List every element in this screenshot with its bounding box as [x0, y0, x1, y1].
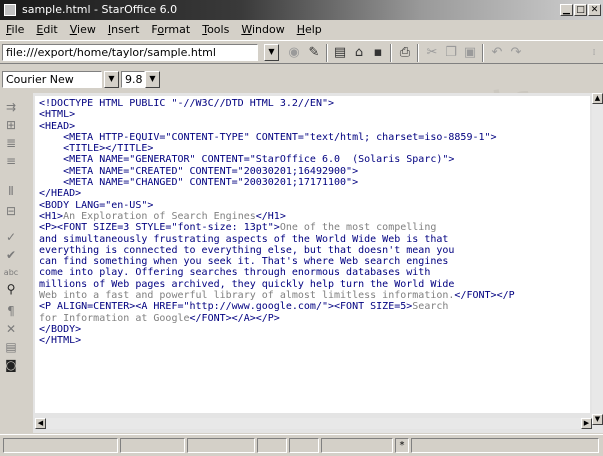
source-line: </HEAD> [39, 188, 82, 200]
url-input[interactable] [2, 44, 258, 61]
insert-icon[interactable]: ⇉ [3, 99, 19, 115]
tools-icon[interactable]: ✕ [3, 321, 19, 337]
redo-icon[interactable]: ↷ [507, 44, 525, 62]
autospellcheck-icon[interactable]: ✔ [3, 247, 19, 263]
cut-icon[interactable]: ✂ [423, 44, 441, 62]
autotext-icon[interactable]: ⊟ [3, 203, 19, 219]
font-name-dropdown-button[interactable]: ▼ [104, 71, 119, 88]
source-line: can find something when you seek it. Tha… [39, 256, 449, 268]
scroll-up-icon[interactable]: ▲ [592, 93, 603, 104]
source-line: come into play. Offering searches throug… [39, 267, 431, 279]
source-line: everything is connected to everything el… [39, 244, 455, 256]
insert-fields-icon[interactable]: ⊞ [3, 117, 19, 133]
toolbar-more-icon[interactable]: ⁞ [585, 44, 603, 62]
close-icon[interactable]: ✕ [588, 4, 601, 16]
status-field-zoom [187, 438, 255, 453]
open-folder-icon[interactable]: ⌂ [350, 44, 368, 62]
toolbar-separator [326, 44, 328, 62]
status-field-selection [289, 438, 319, 453]
horizontal-scrollbar[interactable]: ◀ ▶ [35, 418, 592, 429]
copy-icon[interactable]: ❐ [442, 44, 460, 62]
source-line: Web into a fast and powerful library of … [39, 290, 515, 302]
toolbar-separator [390, 44, 392, 62]
object-bar: Courier New ▼ 9.8 ▼ Drop Books [0, 65, 603, 93]
toolbar-separator [482, 44, 484, 62]
source-line: <HTML> [39, 109, 76, 121]
source-line: millions of Web pages archived, they qui… [39, 278, 455, 290]
print-icon[interactable]: ⎙ [396, 44, 414, 62]
minimize-icon[interactable]: ▁ [560, 4, 573, 16]
source-line: and simultaneously frustrating aspects o… [39, 233, 449, 245]
menu-insert[interactable]: Insert [102, 23, 146, 36]
maximize-icon[interactable]: □ [574, 4, 587, 16]
menu-tools[interactable]: Tools [196, 23, 235, 36]
gallery-icon[interactable]: ◙ [3, 357, 19, 373]
source-line: <TITLE></TITLE> [39, 143, 154, 155]
function-bar: ▼ ◉ ✎ ▤ ⌂ ▪ ⎙ ✂ ❐ ▣ ↶ ↷ ⁞ [0, 40, 603, 64]
source-line: for Information at Google</FONT></A></P> [39, 312, 280, 324]
main-toolbar: ⇉ ⊞ ≣ ≡ Ⅱ ⊟ ✓ ✔ abc ⚲ ¶ ✕ ▤ ◙ [0, 93, 20, 433]
window-controls: ▁ □ ✕ [560, 4, 601, 16]
undo-icon[interactable]: ↶ [488, 44, 506, 62]
source-line: <HEAD> [39, 120, 76, 132]
status-field-hyperlink [321, 438, 393, 453]
source-line: </BODY> [39, 323, 82, 335]
edit-file-icon[interactable]: ✎ [305, 44, 323, 62]
toolbar-separator [417, 44, 419, 62]
menu-help[interactable]: Help [291, 23, 328, 36]
find-replace-icon[interactable]: ⚲ [3, 281, 19, 297]
source-line: <H1>An Exploration of Search Engines</H1… [39, 210, 286, 222]
scroll-left-icon[interactable]: ◀ [35, 418, 46, 429]
source-line: <META NAME="CREATED" CONTENT="20030201;1… [39, 165, 359, 177]
window-menu-icon[interactable] [4, 4, 16, 16]
menu-file[interactable]: File [0, 23, 30, 36]
source-line: <META NAME="GENERATOR" CONTENT="StarOffi… [39, 154, 455, 166]
title-bar: sample.html - StarOffice 6.0 ▁ □ ✕ [0, 0, 603, 20]
source-line: <META HTTP-EQUIV="CONTENT-TYPE" CONTENT=… [39, 131, 497, 143]
save-icon[interactable]: ▪ [369, 44, 387, 62]
source-line: <!DOCTYPE HTML PUBLIC "-//W3C//DTD HTML … [39, 98, 335, 109]
source-line: <P ALIGN=CENTER><A HREF="http://www.goog… [39, 301, 449, 313]
stop-load-icon[interactable]: ◉ [285, 44, 303, 62]
html-source-icon[interactable]: ▤ [3, 339, 19, 355]
source-line: <P><FONT SIZE=3 STYLE="font-size: 13pt">… [39, 222, 437, 234]
status-field-info [411, 438, 599, 453]
vertical-scrollbar[interactable]: ▲ ▼ [592, 93, 603, 425]
spellcheck-icon[interactable]: ✓ [3, 229, 19, 245]
menu-view[interactable]: View [64, 23, 102, 36]
scroll-down-icon[interactable]: ▼ [592, 414, 603, 425]
font-size-dropdown-button[interactable]: ▼ [145, 71, 160, 88]
scroll-right-icon[interactable]: ▶ [581, 418, 592, 429]
paragraph-icon[interactable]: ¶ [3, 303, 19, 319]
source-line: <BODY LANG="en-US"> [39, 199, 154, 211]
status-field-insert [257, 438, 287, 453]
menu-format[interactable]: Format [145, 23, 196, 36]
text-icon[interactable]: Ⅱ [3, 183, 19, 199]
abc-icon[interactable]: abc [3, 265, 19, 281]
html-source-editor[interactable]: <!DOCTYPE HTML PUBLIC "-//W3C//DTD HTML … [35, 96, 590, 413]
menu-window[interactable]: Window [235, 23, 290, 36]
insert-object-icon[interactable]: ≣ [3, 135, 19, 151]
new-document-icon[interactable]: ▤ [331, 44, 349, 62]
window-title: sample.html - StarOffice 6.0 [22, 3, 178, 16]
menu-bar: File Edit View Insert Format Tools Window Help [0, 20, 603, 39]
menu-edit[interactable]: Edit [30, 23, 63, 36]
status-field-modified: * [395, 438, 409, 453]
document-frame: <!DOCTYPE HTML PUBLIC "-//W3C//DTD HTML … [33, 93, 603, 433]
watermark-logo: Drop Books [329, 80, 536, 93]
source-line: </HTML> [39, 335, 82, 347]
status-field-style [120, 438, 185, 453]
url-dropdown-button[interactable]: ▼ [264, 44, 279, 61]
show-draw-functions-icon[interactable]: ≡ [3, 153, 19, 169]
paste-icon[interactable]: ▣ [461, 44, 479, 62]
source-line: <META NAME="CHANGED" CONTENT="20030201;1… [39, 177, 359, 189]
font-size-field[interactable]: 9.8 [121, 71, 145, 88]
status-field-page [3, 438, 118, 453]
font-name-field[interactable]: Courier New [2, 71, 102, 88]
status-bar: * [0, 434, 603, 456]
